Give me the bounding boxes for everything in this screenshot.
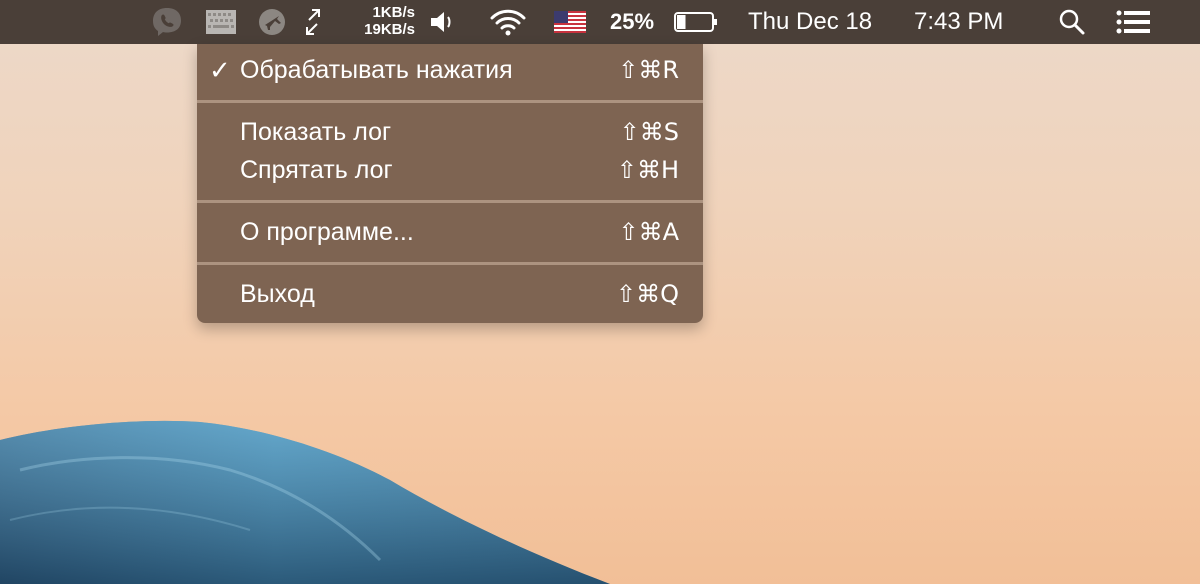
network-arrows-icon (300, 0, 326, 44)
flight-mode-icon[interactable] (255, 0, 289, 44)
battery-percentage[interactable]: 25% (610, 0, 664, 44)
keyboard-layout-icon[interactable] (204, 0, 238, 44)
menu-separator (197, 200, 703, 203)
date-text: Thu Dec 18 (748, 8, 873, 35)
network-rate-display[interactable]: 1KB/s 19KB/s (345, 4, 415, 38)
menu-item-quit[interactable]: Выход ⇧⌘Q (197, 276, 703, 312)
menu-item-label: Показать лог (240, 117, 392, 146)
wifi-icon[interactable] (488, 0, 528, 44)
menu-item-label: Выход (240, 279, 315, 308)
upload-rate: 1KB/s (372, 4, 415, 21)
us-flag-icon[interactable] (553, 0, 587, 44)
download-rate: 19KB/s (364, 21, 415, 38)
menu-item-label: Обрабатывать нажатия (240, 55, 513, 84)
viber-icon[interactable] (148, 0, 186, 44)
notification-center-icon[interactable] (1114, 0, 1154, 44)
clock[interactable]: 7:43 PM (914, 0, 1026, 44)
volume-icon[interactable] (428, 0, 460, 44)
checkmark-icon: ✓ (209, 54, 231, 85)
menu-item-shortcut: ⇧⌘R (618, 56, 679, 84)
menu-item-process-keystrokes[interactable]: ✓ Обрабатывать нажатия ⇧⌘R (197, 52, 703, 88)
menu-item-shortcut: ⇧⌘S (619, 118, 679, 146)
menu-separator (197, 262, 703, 265)
menu-separator (197, 100, 703, 103)
battery-percent-text: 25% (610, 9, 655, 34)
date-display[interactable]: Thu Dec 18 (748, 0, 900, 44)
battery-icon[interactable] (672, 0, 720, 44)
menu-item-label: О программе... (240, 217, 414, 246)
menu-item-shortcut: ⇧⌘Q (616, 280, 679, 308)
time-text: 7:43 PM (914, 8, 1004, 35)
menu-item-label: Спрятать лог (240, 155, 393, 184)
menu-item-shortcut: ⇧⌘A (618, 218, 679, 246)
menu-item-show-log[interactable]: Показать лог ⇧⌘S (197, 114, 703, 150)
menu-item-shortcut: ⇧⌘H (616, 156, 679, 184)
spotlight-search-icon[interactable] (1056, 0, 1088, 44)
menu-item-about[interactable]: О программе... ⇧⌘A (197, 214, 703, 250)
menu-bar: 1KB/s 19KB/s 25% Thu Dec 18 7:43 PM (0, 0, 1200, 44)
status-menu-dropdown: ✓ Обрабатывать нажатия ⇧⌘R Показать лог … (197, 44, 703, 323)
menu-item-hide-log[interactable]: Спрятать лог ⇧⌘H (197, 152, 703, 188)
